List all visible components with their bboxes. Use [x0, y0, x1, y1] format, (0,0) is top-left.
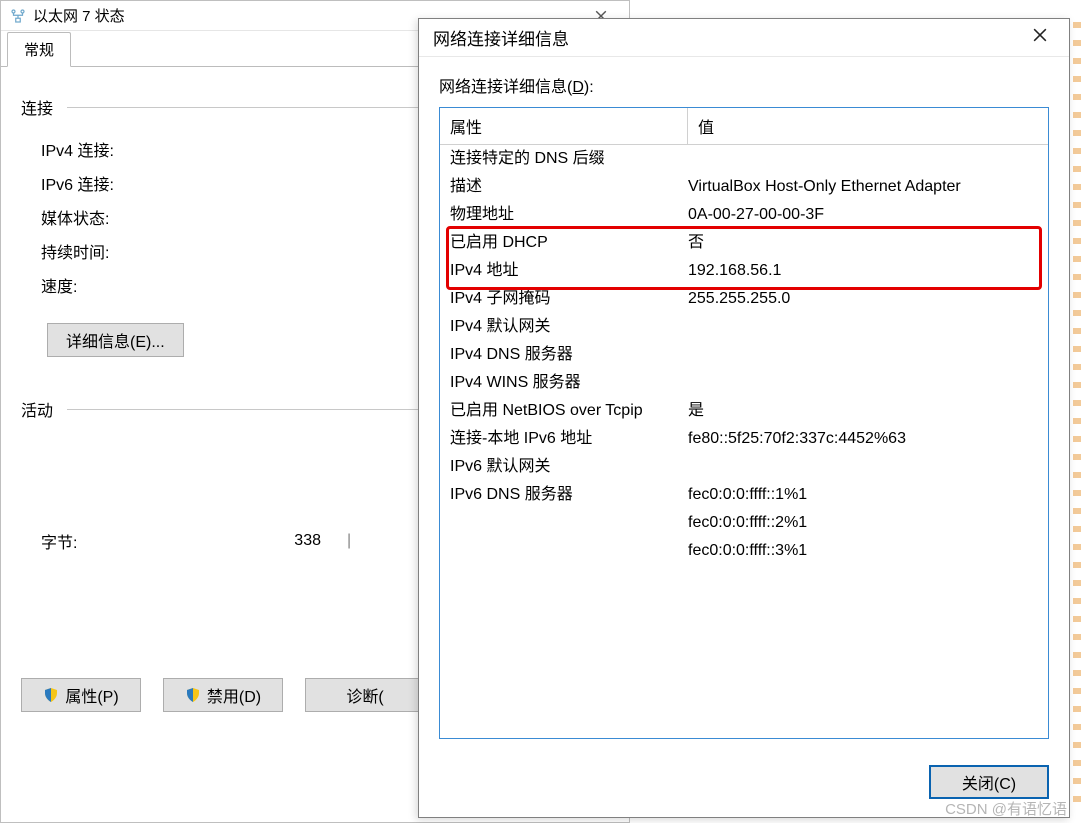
- cell-property: IPv4 地址: [440, 257, 688, 285]
- list-row[interactable]: 连接特定的 DNS 后缀: [440, 145, 1048, 173]
- cell-value: fec0:0:0:ffff::2%1: [688, 509, 1048, 537]
- status-title: 以太网 7 状态: [33, 5, 125, 26]
- cell-property: IPv4 默认网关: [440, 313, 688, 341]
- bytes-label: 字节:: [41, 529, 241, 553]
- cell-value: VirtualBox Host-Only Ethernet Adapter: [688, 173, 1048, 201]
- list-row[interactable]: 描述VirtualBox Host-Only Ethernet Adapter: [440, 173, 1048, 201]
- list-row[interactable]: IPv4 WINS 服务器: [440, 369, 1048, 397]
- cell-property: IPv4 DNS 服务器: [440, 341, 688, 369]
- list-row[interactable]: IPv4 DNS 服务器: [440, 341, 1048, 369]
- list-row[interactable]: 已启用 NetBIOS over Tcpip是: [440, 397, 1048, 425]
- list-row[interactable]: IPv4 默认网关: [440, 313, 1048, 341]
- cell-property: 描述: [440, 173, 688, 201]
- cell-property: IPv6 DNS 服务器: [440, 481, 688, 509]
- cell-property: [440, 509, 688, 537]
- details-listview[interactable]: 属性 值 连接特定的 DNS 后缀描述VirtualBox Host-Only …: [439, 107, 1049, 739]
- cell-value: [688, 341, 1048, 369]
- cell-property: IPv4 WINS 服务器: [440, 369, 688, 397]
- details-list-label: 网络连接详细信息(D):: [439, 73, 1049, 97]
- cell-value: fe80::5f25:70f2:337c:4452%63: [688, 425, 1048, 453]
- cell-property: 已启用 DHCP: [440, 229, 688, 257]
- list-row[interactable]: IPv4 子网掩码255.255.255.0: [440, 285, 1048, 313]
- list-row[interactable]: fec0:0:0:ffff::2%1: [440, 509, 1048, 537]
- cell-property: 连接特定的 DNS 后缀: [440, 145, 688, 173]
- cell-property: 物理地址: [440, 201, 688, 229]
- cell-value: 0A-00-27-00-00-3F: [688, 201, 1048, 229]
- shield-icon: [43, 687, 59, 703]
- bytes-sent: 338: [241, 532, 321, 550]
- cell-value: [688, 453, 1048, 481]
- cell-property: [440, 537, 688, 565]
- scrollbar-strip: [1073, 22, 1081, 802]
- close-icon[interactable]: [1025, 24, 1055, 51]
- list-row[interactable]: IPv6 DNS 服务器fec0:0:0:ffff::1%1: [440, 481, 1048, 509]
- list-header: 属性 值: [440, 108, 1048, 145]
- details-button[interactable]: 详细信息(E)...: [47, 323, 184, 357]
- cell-value: [688, 369, 1048, 397]
- network-details-dialog: 网络连接详细信息 网络连接详细信息(D): 属性 值 连接特定的 DNS 后缀描…: [418, 18, 1070, 818]
- details-title: 网络连接详细信息: [433, 25, 569, 50]
- shield-icon: [185, 687, 201, 703]
- list-row[interactable]: fec0:0:0:ffff::3%1: [440, 537, 1048, 565]
- vertical-separator: |: [347, 532, 351, 550]
- properties-button[interactable]: 属性(P): [21, 678, 141, 712]
- cell-value: [688, 313, 1048, 341]
- details-body: 网络连接详细信息(D): 属性 值 连接特定的 DNS 后缀描述VirtualB…: [419, 57, 1069, 751]
- col-value[interactable]: 值: [688, 108, 1048, 144]
- cell-value: 是: [688, 397, 1048, 425]
- cell-value: 否: [688, 229, 1048, 257]
- cell-property: 连接-本地 IPv6 地址: [440, 425, 688, 453]
- watermark: CSDN @有语忆语: [945, 798, 1067, 819]
- list-row[interactable]: IPv4 地址192.168.56.1: [440, 257, 1048, 285]
- tab-general[interactable]: 常规: [7, 32, 71, 67]
- cell-value: fec0:0:0:ffff::1%1: [688, 481, 1048, 509]
- diagnose-button[interactable]: 诊断(: [305, 678, 425, 712]
- close-button[interactable]: 关闭(C): [929, 765, 1049, 799]
- ethernet-icon: [9, 7, 27, 25]
- cell-property: IPv4 子网掩码: [440, 285, 688, 313]
- cell-value: [688, 145, 1048, 173]
- list-row[interactable]: 物理地址0A-00-27-00-00-3F: [440, 201, 1048, 229]
- cell-value: 255.255.255.0: [688, 285, 1048, 313]
- cell-property: IPv6 默认网关: [440, 453, 688, 481]
- list-row[interactable]: 已启用 DHCP否: [440, 229, 1048, 257]
- list-row[interactable]: 连接-本地 IPv6 地址fe80::5f25:70f2:337c:4452%6…: [440, 425, 1048, 453]
- button-row: 属性(P) 禁用(D) 诊断(: [21, 678, 425, 712]
- disable-button[interactable]: 禁用(D): [163, 678, 283, 712]
- cell-value: 192.168.56.1: [688, 257, 1048, 285]
- col-property[interactable]: 属性: [440, 108, 688, 144]
- section-activity-label: 活动: [21, 397, 53, 421]
- cell-value: fec0:0:0:ffff::3%1: [688, 537, 1048, 565]
- list-row[interactable]: IPv6 默认网关: [440, 453, 1048, 481]
- section-connect-label: 连接: [21, 95, 53, 119]
- details-titlebar: 网络连接详细信息: [419, 19, 1069, 57]
- cell-property: 已启用 NetBIOS over Tcpip: [440, 397, 688, 425]
